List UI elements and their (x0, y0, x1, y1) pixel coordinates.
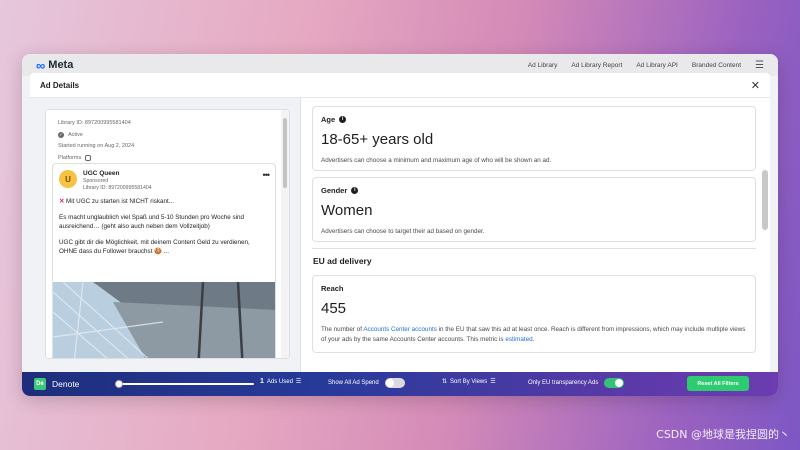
modal-body: Library ID: 897200995581404 ✓ Active Sta… (30, 98, 770, 396)
reach-value: 455 (321, 300, 347, 317)
sort-by[interactable]: ⇅ Sort By Views ☰ (442, 378, 496, 386)
page-name[interactable]: UGC Queen (83, 170, 152, 177)
started-running: Started running on Aug 2, 2024 (58, 143, 135, 149)
show-spend-toggle[interactable] (384, 378, 405, 388)
reach-description: The number of Accounts Center accounts i… (321, 326, 746, 343)
filter-icon[interactable]: ☰ (296, 378, 301, 385)
estimated-link[interactable]: estimated (505, 336, 532, 343)
avatar[interactable]: U (59, 170, 77, 188)
info-icon[interactable]: i (339, 116, 347, 123)
meta-logo-text: Meta (48, 59, 74, 71)
accounts-center-link[interactable]: Accounts Center accounts (363, 326, 437, 333)
info-icon[interactable]: i (351, 187, 359, 194)
age-description: Advertisers can choose a minimum and max… (321, 157, 552, 164)
ads-used: 1 Ads Used ☰ (260, 378, 301, 385)
sponsored-label: Sponsored (83, 178, 109, 184)
sort-label: Sort By Views (450, 378, 488, 385)
eu-only-label: Only EU transparency Ads (528, 380, 599, 386)
age-label-row: Age i (321, 115, 747, 124)
csdn-watermark: CSDN @地球是我捏圆的丶 (656, 428, 790, 441)
instagram-icon (85, 155, 92, 162)
eu-only-toggle[interactable] (604, 378, 625, 388)
gender-label: Gender (321, 186, 348, 195)
ads-used-count: 1 (260, 378, 264, 385)
cross-mark-icon: ✕ (59, 198, 65, 205)
nav-branded-content[interactable]: Branded Content (692, 62, 741, 69)
details-scrollbar[interactable] (762, 98, 768, 396)
ad-creative-image[interactable] (53, 282, 275, 358)
ad-meta: Library ID: 897200995581404 ✓ Active Sta… (46, 110, 289, 164)
nav-ad-library-api[interactable]: Ad Library API (636, 62, 678, 69)
browser-window: ∞ Meta Ad Library Ad Library Report Ad L… (22, 54, 778, 396)
gender-description: Advertisers can choose to target their a… (321, 228, 485, 235)
meta-logo[interactable]: ∞ Meta (36, 58, 73, 73)
eu-only: Only EU transparency Ads (528, 378, 625, 388)
active-check-icon: ✓ (58, 132, 64, 139)
card-library-id: Library ID: 897200995581404 (83, 185, 152, 191)
modal-header: Ad Details ✕ (30, 73, 770, 98)
modal-title: Ad Details (40, 80, 80, 90)
ad-details-modal: Ad Details ✕ Library ID: 897200995581404… (30, 73, 770, 396)
reach-label: Reach (321, 284, 344, 293)
show-spend: Show All Ad Spend (328, 378, 405, 388)
ads-slider[interactable] (115, 380, 254, 388)
show-spend-label: Show All Ad Spend (328, 380, 379, 386)
ad-text-line-1: ✕ Mit UGC zu starten ist NICHT riskant..… (59, 198, 175, 205)
ad-image-graphic (53, 282, 275, 358)
targeting-pane: Age i 18-65+ years old Advertisers can c… (300, 98, 770, 396)
age-card: Age i 18-65+ years old Advertisers can c… (312, 106, 756, 171)
denote-brand: De Denote (34, 378, 79, 390)
slider-knob[interactable] (115, 380, 123, 388)
denote-label: Denote (52, 379, 80, 389)
library-id: Library ID: 897200995581404 (58, 120, 131, 126)
close-icon[interactable]: ✕ (751, 79, 760, 92)
status-badge: Active (68, 131, 83, 138)
status-row: ✓ Active (58, 130, 289, 142)
age-label: Age (321, 115, 336, 124)
hamburger-menu-icon[interactable]: ☰ (755, 60, 764, 71)
reach-card: Reach 455 The number of Accounts Center … (312, 275, 756, 353)
more-options-icon[interactable]: ••• (263, 170, 271, 191)
ad-preview-pane: Library ID: 897200995581404 ✓ Active Sta… (45, 109, 290, 359)
gender-card: Gender i Women Advertisers can choose to… (312, 177, 756, 242)
age-value: 18-65+ years old (321, 131, 434, 148)
sort-icon: ⇅ (442, 379, 448, 385)
reset-filters-button[interactable]: Reset All Filters (687, 376, 749, 391)
nav-ad-library[interactable]: Ad Library (528, 62, 558, 69)
ad-card-header: U UGC Queen Sponsored Library ID: 897200… (53, 164, 275, 191)
ad-body-text: ✕ Mit UGC zu starten ist NICHT riskant..… (53, 191, 275, 256)
gender-value: Women (321, 202, 373, 219)
ad-text-line-3: UGC gibt dir die Möglichkeit, mit deinem… (59, 239, 250, 255)
ad-page-info: UGC Queen Sponsored Library ID: 89720099… (83, 170, 152, 191)
denote-toolbar: De Denote 1 Ads Used ☰ Show All Ad Spend… (22, 372, 778, 396)
divider (312, 248, 756, 249)
ad-text-line-2: Es macht unglaublich viel Spaß und 5-10 … (59, 214, 245, 230)
ad-card: U UGC Queen Sponsored Library ID: 897200… (52, 163, 276, 358)
nav-ad-library-report[interactable]: Ad Library Report (571, 62, 622, 69)
denote-logo-icon: De (34, 378, 46, 390)
ads-used-label: Ads Used (266, 378, 293, 385)
preview-scrollbar[interactable] (281, 110, 289, 358)
meta-nav: Ad Library Ad Library Report Ad Library … (528, 60, 764, 71)
sort-menu-icon: ☰ (490, 379, 496, 385)
gender-label-row: Gender i (321, 186, 747, 195)
meta-infinity-icon: ∞ (36, 57, 46, 73)
eu-ad-delivery-title: EU ad delivery (313, 256, 372, 266)
